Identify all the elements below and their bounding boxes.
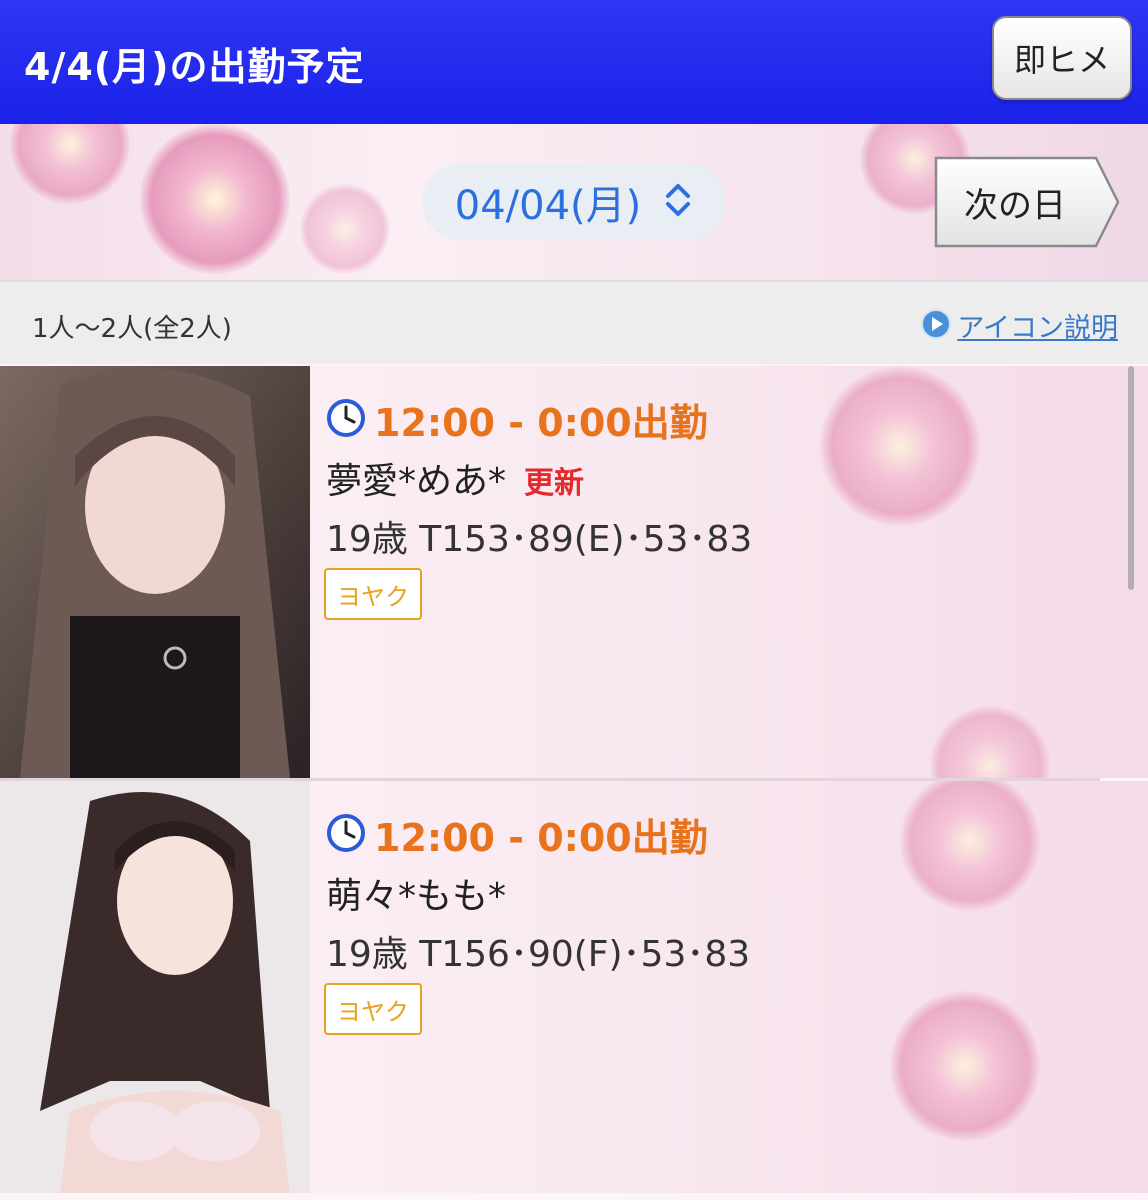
cast-stats: 19歳 T156･90(F)･53･83 — [326, 934, 751, 975]
shift-text: 12:00 - 0:00出勤 — [374, 816, 708, 860]
update-badge: 更新 — [524, 466, 585, 501]
play-circle-icon — [921, 308, 952, 343]
cast-name-row: 萌々*もも* — [326, 867, 506, 919]
cast-card[interactable]: 12:00 - 0:00出勤 萌々*もも* 19歳 T156･90(F)･53･… — [0, 781, 1148, 1193]
cast-stats: 19歳 T153･89(E)･53･83 — [326, 519, 753, 560]
decorative-flower — [900, 781, 1040, 911]
cast-name[interactable]: 夢愛*めあ* — [326, 452, 506, 504]
date-value: 04/04(月) — [454, 183, 642, 229]
next-day-label: 次の日 — [964, 185, 1066, 226]
cast-photo[interactable] — [0, 781, 310, 1193]
updown-chevron-icon — [663, 181, 693, 223]
date-select[interactable]: 04/04(月) — [422, 164, 726, 240]
decorative-flower — [10, 124, 130, 204]
reserve-badge[interactable]: ヨヤク — [324, 568, 422, 620]
clock-icon — [326, 813, 366, 857]
scrollbar[interactable] — [1128, 366, 1134, 590]
decorative-flower — [930, 706, 1050, 778]
decorative-flower — [890, 991, 1040, 1141]
result-count: 1人〜2人(全2人) — [32, 314, 232, 344]
cast-name-row: 夢愛*めあ* 更新 — [326, 452, 584, 504]
result-count-bar: 1人〜2人(全2人) アイコン説明 — [0, 280, 1148, 364]
cast-name[interactable]: 萌々*もも* — [326, 867, 506, 919]
next-day-button[interactable]: 次の日 — [932, 154, 1120, 250]
cast-photo[interactable] — [0, 366, 310, 778]
clock-icon — [326, 398, 366, 442]
decorative-flower — [300, 184, 390, 274]
decorative-flower — [140, 124, 290, 274]
icon-help[interactable]: アイコン説明 — [921, 306, 1118, 345]
cast-card[interactable]: 12:00 - 0:00出勤 夢愛*めあ* 更新 19歳 T153･89(E)･… — [0, 366, 1148, 778]
icon-help-link[interactable]: アイコン説明 — [957, 306, 1118, 345]
shift-time: 12:00 - 0:00出勤 — [326, 807, 708, 862]
page-title: 4/4(月)の出勤予定 — [24, 45, 365, 89]
decorative-flower — [820, 366, 980, 526]
date-selector-band: 04/04(月) 次の日 — [0, 124, 1148, 280]
shift-text: 12:00 - 0:00出勤 — [374, 401, 708, 445]
instant-hime-button[interactable]: 即ヒメ — [992, 16, 1132, 100]
shift-time: 12:00 - 0:00出勤 — [326, 392, 708, 447]
top-header: 4/4(月)の出勤予定 即ヒメ — [0, 0, 1148, 124]
reserve-badge[interactable]: ヨヤク — [324, 983, 422, 1035]
